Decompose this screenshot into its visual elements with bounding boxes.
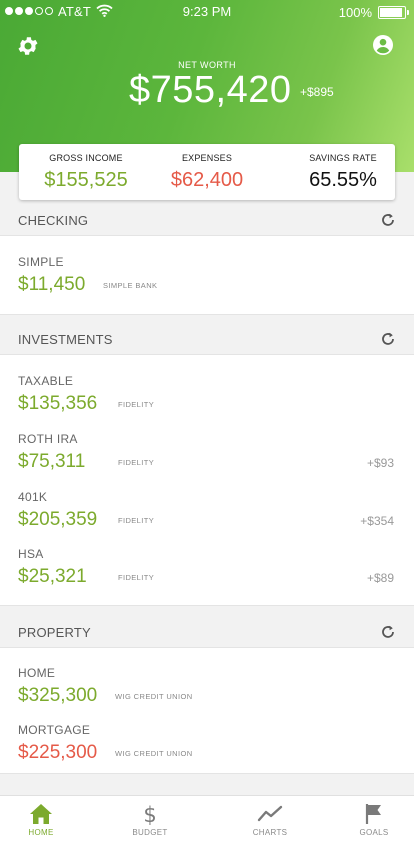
account-name: HOME xyxy=(18,666,56,680)
net-worth-change: +$895 xyxy=(300,85,334,99)
account-amount: $75,311 xyxy=(18,451,86,472)
expenses-label: EXPENSES xyxy=(181,153,233,163)
profile-icon[interactable] xyxy=(372,34,394,56)
status-bar: AT&T 9:23 PM 100% xyxy=(0,0,414,24)
account-institution: WIG CREDIT UNION xyxy=(115,692,193,701)
tab-home[interactable]: HOME xyxy=(1,796,81,845)
account-change: +$354 xyxy=(360,514,394,528)
account-institution: WIG CREDIT UNION xyxy=(115,749,193,758)
account-institution: FIDELITY xyxy=(118,573,155,582)
tab-goals[interactable]: GOALS xyxy=(334,796,414,845)
savings-rate-stat: SAVINGS RATE 65.55% xyxy=(298,153,388,192)
account-institution: SIMPLE BANK xyxy=(103,281,158,290)
account-name: TAXABLE xyxy=(18,374,74,388)
account-amount: $11,450 xyxy=(18,274,86,295)
expenses-stat: EXPENSES $62,400 xyxy=(159,153,255,192)
refresh-icon[interactable] xyxy=(380,331,396,347)
account-institution: FIDELITY xyxy=(118,458,155,467)
app: AT&T 9:23 PM 100% NET WORTH $755,420 +$8… xyxy=(0,0,414,845)
tab-label: GOALS xyxy=(359,828,389,837)
account-name: HSA xyxy=(18,547,44,561)
section-title: CHECKING xyxy=(18,213,89,228)
tab-bar: HOME $ BUDGET CHARTS GOALS xyxy=(0,795,414,845)
gross-income-label: GROSS INCOME xyxy=(49,153,123,163)
savings-rate-value: 65.55% xyxy=(309,169,377,191)
account-institution: FIDELITY xyxy=(118,400,155,409)
account-institution: FIDELITY xyxy=(118,516,155,525)
gross-income-stat: GROSS INCOME $155,525 xyxy=(37,153,135,192)
account-change: +$93 xyxy=(366,456,394,470)
account-amount: $225,300 xyxy=(18,742,98,763)
expenses-value: $62,400 xyxy=(170,169,244,191)
net-worth-value: $755,420 xyxy=(129,69,292,111)
tab-charts[interactable]: CHARTS xyxy=(230,796,310,845)
account-amount: $205,359 xyxy=(18,509,98,530)
battery-icon xyxy=(378,6,409,19)
account-amount: $25,321 xyxy=(18,566,87,587)
account-amount: $135,356 xyxy=(18,393,98,414)
tab-label: HOME xyxy=(28,828,54,837)
section-title: INVESTMENTS xyxy=(18,332,113,347)
investments-section-header: INVESTMENTS xyxy=(0,324,414,354)
account-amount: $325,300 xyxy=(18,685,98,706)
tab-budget[interactable]: $ BUDGET xyxy=(110,796,190,845)
account-name: ROTH IRA xyxy=(18,432,78,446)
summary-card: GROSS INCOME $155,525 EXPENSES $62,400 S… xyxy=(19,144,395,200)
section-title: PROPERTY xyxy=(18,625,91,640)
svg-text:$: $ xyxy=(143,803,156,825)
savings-rate-label: SAVINGS RATE xyxy=(309,153,377,163)
account-name: MORTGAGE xyxy=(18,723,91,737)
investments-panel: TAXABLE $135,356 FIDELITY ROTH IRA $75,3… xyxy=(0,354,414,606)
refresh-icon[interactable] xyxy=(380,212,396,228)
checking-panel: SIMPLE $11,450 SIMPLE BANK xyxy=(0,235,414,315)
account-name: SIMPLE xyxy=(18,255,64,269)
gear-icon[interactable] xyxy=(16,34,40,58)
tab-label: BUDGET xyxy=(132,828,168,837)
account-name: 401K xyxy=(18,490,48,504)
tab-label: CHARTS xyxy=(252,828,288,837)
gross-income-value: $155,525 xyxy=(44,169,128,191)
account-change: +$89 xyxy=(366,571,394,585)
battery-percentage: 100% xyxy=(338,5,372,20)
refresh-icon[interactable] xyxy=(380,624,396,640)
dollar-icon: $ xyxy=(143,803,156,825)
property-section-header: PROPERTY xyxy=(0,617,414,647)
home-icon xyxy=(30,804,52,824)
checking-section-header: CHECKING xyxy=(0,205,414,235)
property-panel: HOME $325,300 WIG CREDIT UNION MORTGAGE … xyxy=(0,647,414,774)
line-chart-icon xyxy=(257,805,283,822)
flag-icon xyxy=(365,804,381,824)
